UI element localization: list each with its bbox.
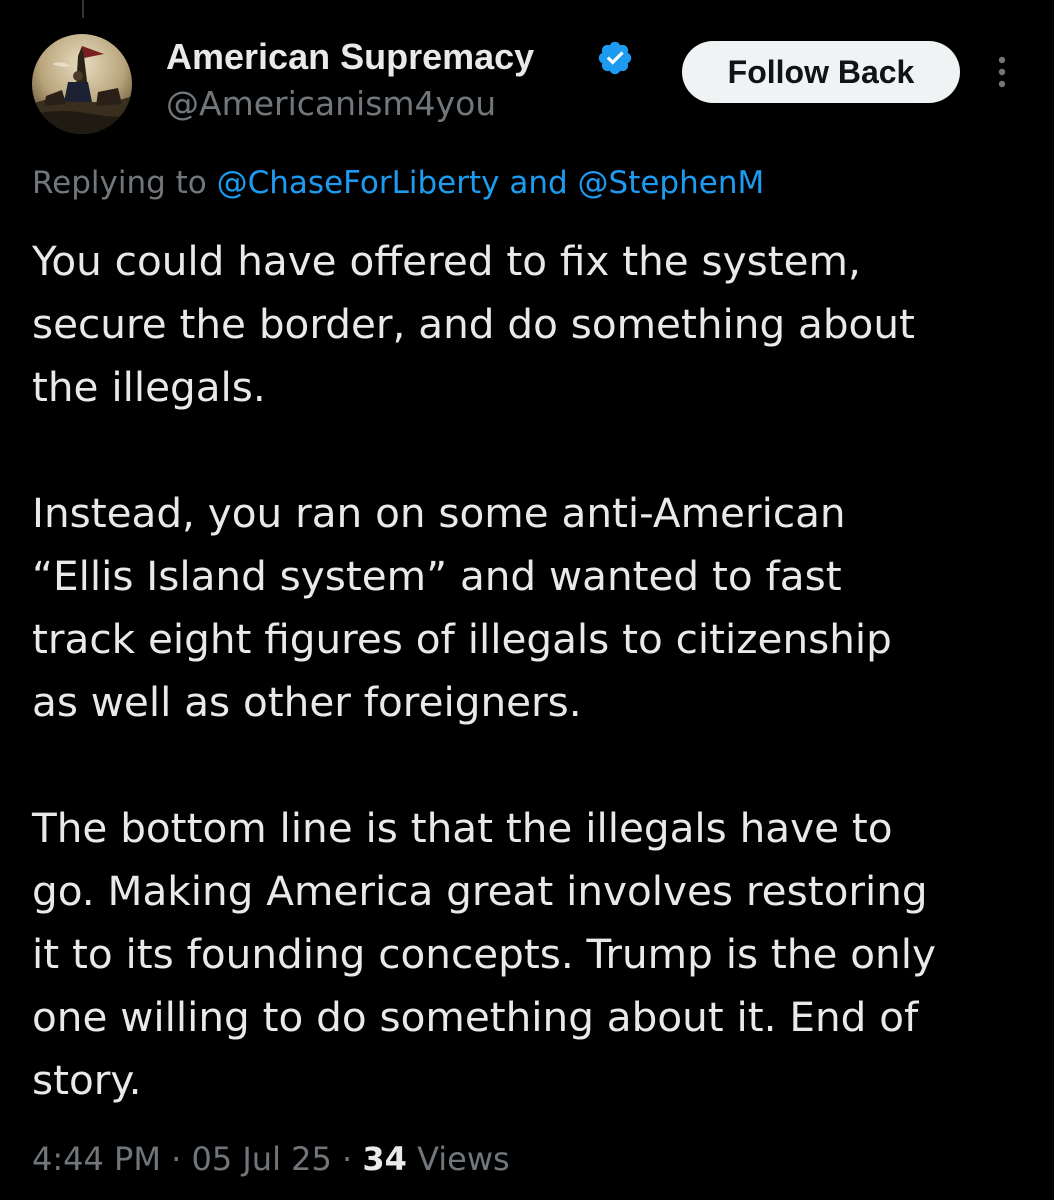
meta-separator: · [342,1140,353,1178]
tweet-paragraph: The bottom line is that the illegals hav… [32,804,936,1104]
views-count: 34 [362,1140,407,1178]
tweet-metadata: 4:44 PM · 05 Jul 25 · 34 Views [32,1139,510,1179]
more-vertical-icon[interactable] [990,52,1014,92]
thread-connector-line [82,0,84,18]
avatar-image [32,34,132,134]
tweet-paragraph: You could have offered to fix the system… [32,237,915,411]
follow-back-button[interactable]: Follow Back [682,41,960,103]
reply-context: Replying to @ChaseForLiberty and @Stephe… [32,163,764,203]
mention-link-chaseforliberty[interactable]: @ChaseForLiberty [217,165,500,201]
mention-link-stephenm[interactable]: @StephenM [578,165,765,201]
avatar[interactable] [32,34,132,134]
tweet-paragraph: Instead, you ran on some anti-American “… [32,489,892,726]
reply-context-prefix: Replying to [32,165,207,201]
views-label: Views [417,1140,510,1178]
reply-context-conjunction[interactable]: and [509,165,567,201]
tweet-time[interactable]: 4:44 PM [32,1140,161,1178]
tweet-body: You could have offered to fix the system… [32,230,1032,1112]
tweet-date[interactable]: 05 Jul 25 [191,1140,331,1178]
author-handle[interactable]: @Americanism4you [166,84,496,124]
meta-separator: · [171,1140,182,1178]
verified-badge-icon [596,39,634,77]
author-display-name[interactable]: American Supremacy [166,36,534,78]
